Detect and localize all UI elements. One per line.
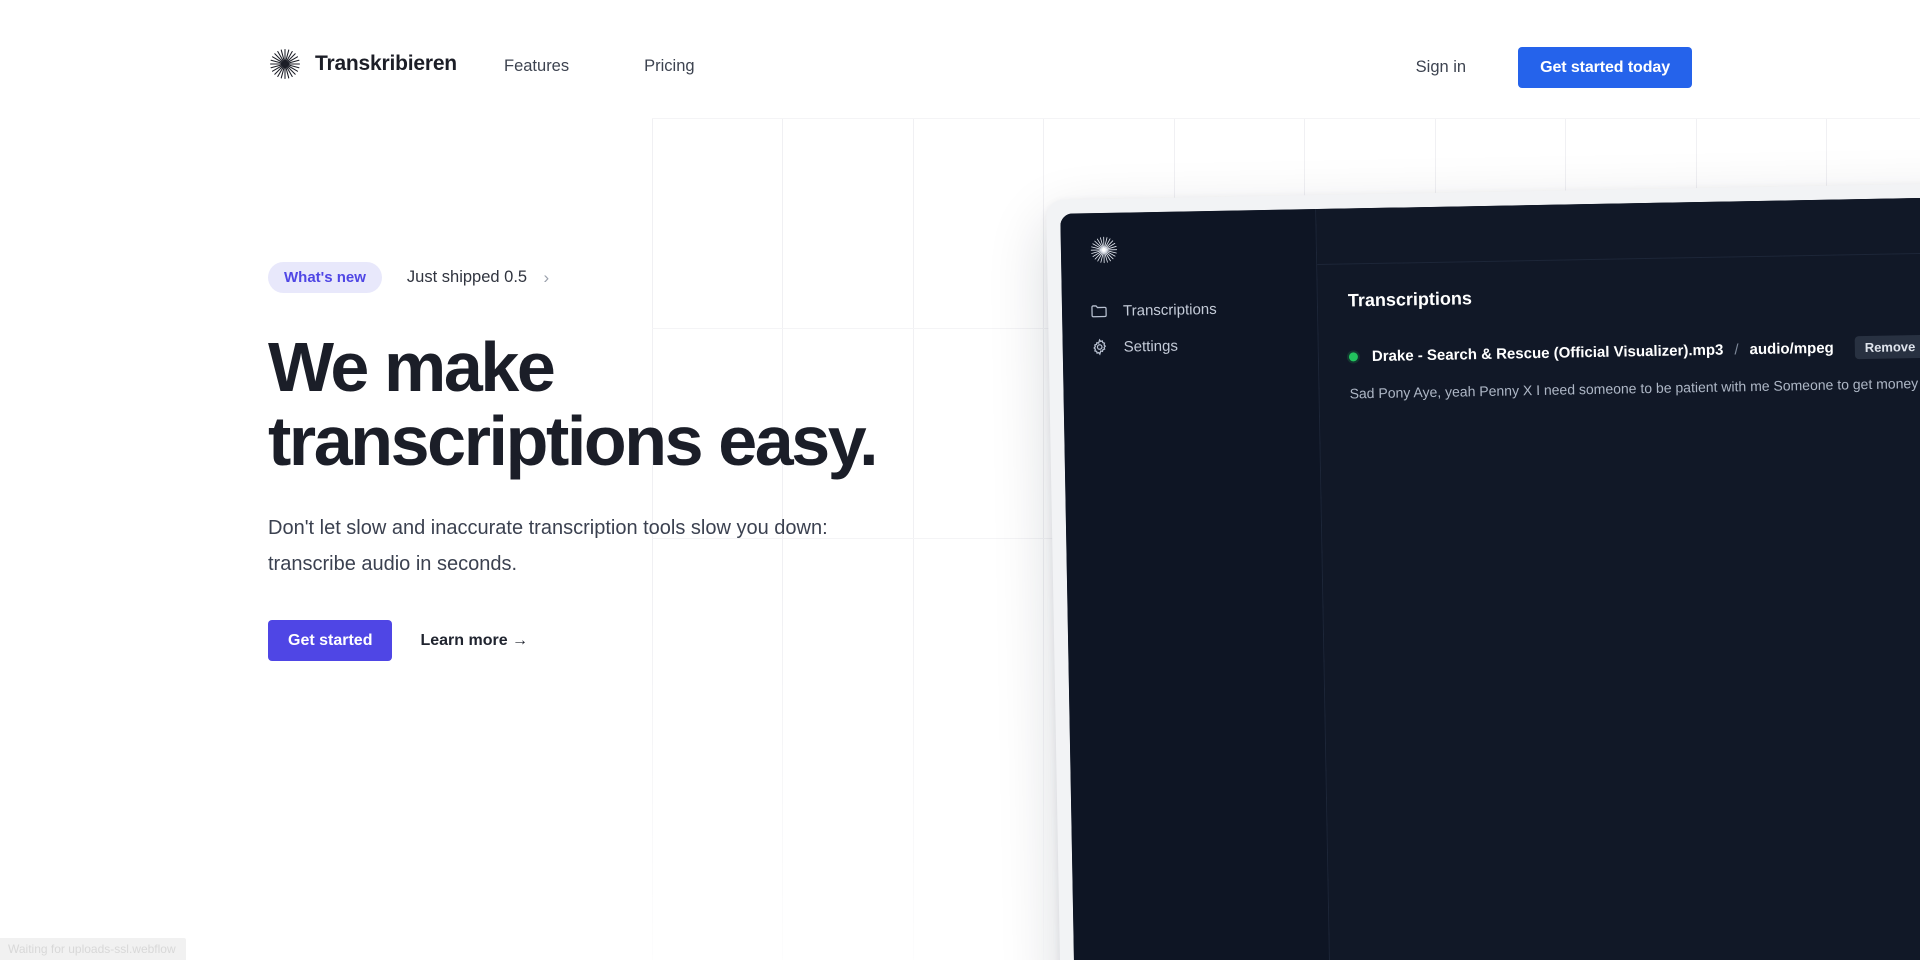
browser-status-bar: Waiting for uploads-ssl.webflow	[0, 938, 186, 960]
announcement-text: Just shipped 0.5	[406, 267, 528, 286]
page-root: Transkribieren Features Pricing Sign in …	[0, 0, 1920, 960]
hero-subtitle: Don't let slow and inaccurate transcript…	[268, 517, 828, 575]
whats-new-badge[interactable]: What's new	[268, 262, 382, 293]
main-nav: Features Pricing	[504, 57, 695, 76]
announcement-wrap[interactable]: Just shipped 0.5 ›	[407, 268, 549, 288]
remove-button[interactable]: Remove	[1854, 334, 1920, 360]
brand-logo[interactable]: Transkribieren	[268, 47, 457, 81]
hero-cta-row: Get started Learn more →	[268, 620, 528, 661]
app-main: Transcriptions Drake - Search & Rescue (…	[1316, 192, 1920, 960]
app-sidebar-nav: Transcriptions Settings	[1062, 289, 1318, 366]
header-actions: Sign in Get started today	[1416, 47, 1692, 88]
folder-icon	[1091, 305, 1107, 318]
app-sidebar: Transcriptions Settings Account	[1060, 209, 1333, 960]
site-header: Transkribieren Features Pricing Sign in …	[0, 0, 1920, 118]
file-separator: /	[1734, 341, 1739, 359]
app-window: Transcriptions Settings Account Transcri…	[1060, 192, 1920, 960]
file-name: Drake - Search & Rescue (Official Visual…	[1371, 341, 1724, 366]
nav-link-features[interactable]: Features	[504, 57, 569, 76]
gear-icon	[1093, 338, 1107, 356]
hero-title-line-1: We make	[268, 328, 556, 406]
sign-in-link[interactable]: Sign in	[1416, 58, 1466, 77]
sidebar-item-label: Transcriptions	[1122, 300, 1217, 320]
sidebar-item-transcriptions[interactable]: Transcriptions	[1062, 289, 1318, 330]
green-status-dot	[1348, 352, 1359, 362]
page-title: We make transcriptions easy.	[268, 328, 879, 481]
sidebar-item-label: Settings	[1123, 337, 1179, 356]
starburst-logo-icon	[1090, 236, 1118, 264]
starburst-logo-icon	[270, 49, 300, 79]
file-mime-type: audio/mpeg	[1749, 339, 1834, 359]
whats-new-announcement[interactable]: What's new Just shipped 0.5 ›	[268, 262, 549, 293]
get-started-today-button[interactable]: Get started today	[1518, 47, 1692, 88]
nav-link-pricing[interactable]: Pricing	[644, 57, 694, 76]
hero-title-line-2: transcriptions easy.	[268, 402, 879, 481]
app-preview: Transcriptions Settings Account Transcri…	[1046, 178, 1920, 960]
sidebar-item-settings[interactable]: Settings	[1062, 325, 1318, 366]
learn-more-link[interactable]: Learn more →	[420, 632, 528, 650]
get-started-button[interactable]: Get started	[268, 620, 393, 661]
chevron-right-icon: ›	[543, 267, 550, 287]
brand-name: Transkribieren	[315, 52, 457, 75]
